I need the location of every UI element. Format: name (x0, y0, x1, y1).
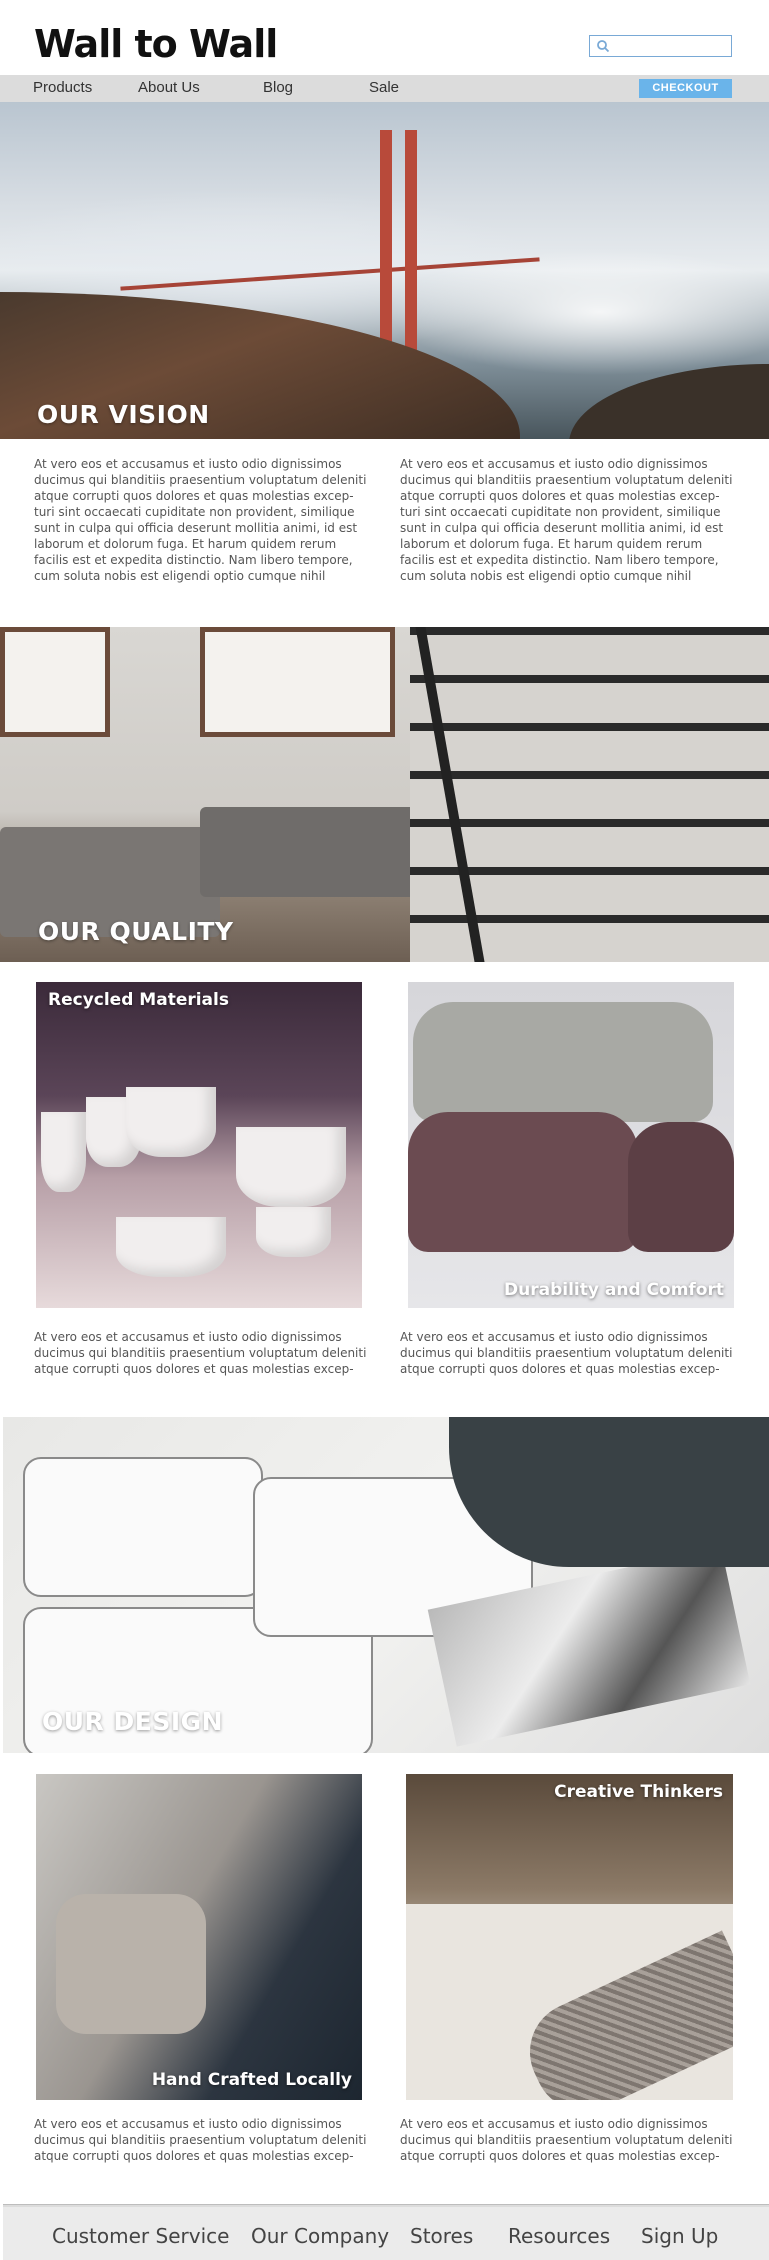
sketch-paper (23, 1457, 263, 1597)
towel (628, 1122, 734, 1252)
nav-item-sale[interactable]: Sale (369, 79, 399, 96)
nav-item-about-us[interactable]: About Us (138, 79, 200, 96)
section-heading-quality: OUR QUALITY (38, 917, 234, 946)
bridge-tower (380, 130, 392, 360)
vision-paragraph-right: At vero eos et accusamus et iusto odio d… (400, 457, 733, 583)
hand-crafted-image: Hand Crafted Locally (36, 1774, 362, 2100)
window (200, 627, 395, 737)
tile-label-creative: Creative Thinkers (554, 1782, 723, 1802)
quality-hero-image: OUR QUALITY (0, 627, 769, 962)
vision-paragraph-left: At vero eos et accusamus et iusto odio d… (34, 457, 367, 583)
durability-comfort-image: Durability and Comfort (408, 982, 734, 1308)
site-footer: Customer Service Our Company Stores Reso… (3, 2204, 769, 2260)
recycled-paragraph: At vero eos et accusamus et iusto odio d… (34, 1330, 367, 1376)
main-nav: Products About Us Blog Sale CHECKOUT (0, 75, 769, 102)
teapot (236, 1127, 346, 1207)
tile-label-durability: Durability and Comfort (504, 1280, 724, 1300)
towel (413, 1002, 713, 1122)
tile-label-hand-crafted: Hand Crafted Locally (151, 2070, 352, 2090)
nav-item-products[interactable]: Products (33, 79, 92, 96)
bridge-tower (405, 130, 417, 360)
tile-label-recycled: Recycled Materials (48, 990, 229, 1010)
vision-hero-image: OUR VISION (0, 102, 769, 439)
durability-paragraph: At vero eos et accusamus et iusto odio d… (400, 1330, 733, 1376)
page: Wall to Wall Products About Us Blog Sale… (0, 0, 769, 2260)
footer-bar: Customer Service Our Company Stores Reso… (3, 2207, 769, 2260)
bowl (116, 1217, 226, 1277)
cup (41, 1112, 86, 1192)
footer-link-customer-service[interactable]: Customer Service (52, 2224, 229, 2248)
hillside (569, 364, 769, 439)
footer-link-resources[interactable]: Resources (508, 2224, 610, 2248)
hand-crafted-paragraph: At vero eos et accusamus et iusto odio d… (34, 2117, 367, 2163)
section-heading-design: OUR DESIGN (42, 1707, 224, 1736)
creative-thinkers-image: Creative Thinkers (406, 1774, 733, 2100)
bridge-deck (120, 257, 540, 291)
search-input[interactable] (589, 35, 732, 57)
recycled-materials-image: Recycled Materials (36, 982, 362, 1308)
search-icon (597, 40, 610, 53)
chair (56, 1894, 206, 2034)
nav-item-blog[interactable]: Blog (263, 79, 293, 96)
section-heading-vision: OUR VISION (37, 400, 210, 429)
staircase (410, 627, 769, 962)
logo[interactable]: Wall to Wall (34, 22, 278, 66)
checkout-button[interactable]: CHECKOUT (639, 79, 732, 98)
site-header: Wall to Wall (0, 0, 769, 75)
footer-link-our-company[interactable]: Our Company (251, 2224, 389, 2248)
towel (408, 1112, 638, 1252)
teapot (126, 1087, 216, 1157)
window (0, 627, 110, 737)
design-hero-image: OUR DESIGN (3, 1417, 769, 1753)
footer-link-stores[interactable]: Stores (410, 2224, 473, 2248)
bowl (256, 1207, 331, 1257)
footer-link-sign-up[interactable]: Sign Up (641, 2224, 718, 2248)
creative-paragraph: At vero eos et accusamus et iusto odio d… (400, 2117, 733, 2163)
